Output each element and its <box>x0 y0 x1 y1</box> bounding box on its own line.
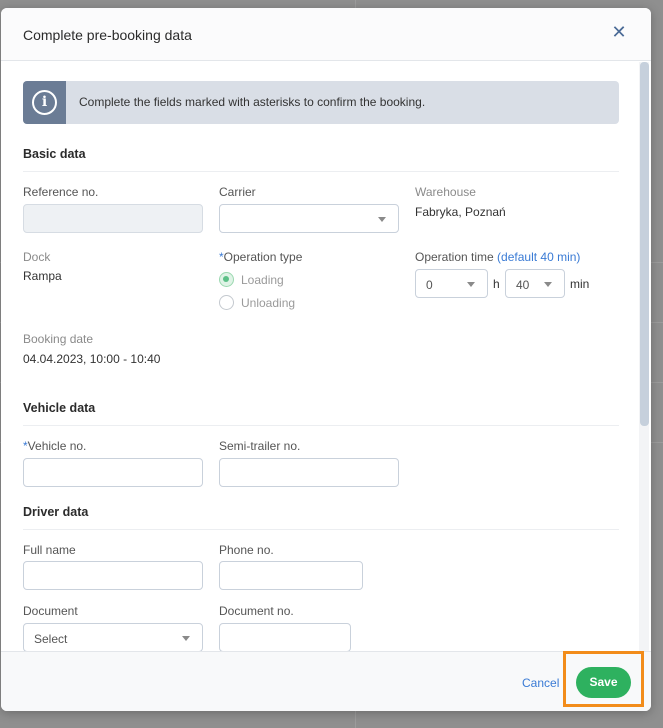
semitrailer-input[interactable] <box>219 458 399 487</box>
carrier-label: Carrier <box>219 185 256 199</box>
phone-label: Phone no. <box>219 543 274 557</box>
operation-time-label: Operation time (default 40 min) <box>415 250 580 264</box>
document-select-value: Select <box>34 632 68 646</box>
section-divider <box>23 171 619 172</box>
reference-label: Reference no. <box>23 185 99 199</box>
info-text: Complete the fields marked with asterisk… <box>79 95 426 109</box>
chevron-down-icon <box>544 282 552 287</box>
vehicle-no-text: Vehicle no. <box>27 439 87 453</box>
hours-select[interactable]: 0 <box>415 269 488 298</box>
minutes-select[interactable]: 40 <box>505 269 565 298</box>
carrier-select[interactable] <box>219 204 399 233</box>
document-select[interactable]: Select <box>23 623 203 651</box>
info-icon: i <box>32 90 57 115</box>
info-banner: i Complete the fields marked with asteri… <box>23 81 619 124</box>
cancel-button[interactable]: Cancel <box>522 676 559 690</box>
section-divider <box>23 425 619 426</box>
basic-data-title: Basic data <box>23 147 86 161</box>
pre-booking-modal: Complete pre-booking data ✕ i Complete t… <box>1 8 651 711</box>
fullname-input[interactable] <box>23 561 203 590</box>
modal-header: Complete pre-booking data ✕ <box>1 8 651 61</box>
reference-input <box>23 204 203 233</box>
operation-time-default: (default 40 min) <box>497 250 581 264</box>
scrollbar-thumb[interactable] <box>640 62 649 426</box>
dock-value: Rampa <box>23 269 62 283</box>
document-label: Document <box>23 604 78 618</box>
booking-date-label: Booking date <box>23 332 94 346</box>
hours-select-value: 0 <box>426 278 433 292</box>
save-button[interactable]: Save <box>576 667 631 698</box>
chevron-down-icon <box>182 636 190 641</box>
hours-unit: h <box>493 277 500 291</box>
modal-title: Complete pre-booking data <box>23 27 192 43</box>
phone-input[interactable] <box>219 561 363 590</box>
vehicle-no-label: *Vehicle no. <box>23 439 86 453</box>
loading-radio[interactable] <box>219 272 234 287</box>
chevron-down-icon <box>467 282 475 287</box>
vehicle-no-input[interactable] <box>23 458 203 487</box>
section-divider <box>23 529 619 530</box>
warehouse-value: Fabryka, Poznań <box>415 205 506 219</box>
unloading-radio[interactable] <box>219 295 234 310</box>
dock-label: Dock <box>23 250 51 264</box>
warehouse-label: Warehouse <box>415 185 476 199</box>
modal-body: i Complete the fields marked with asteri… <box>1 62 651 651</box>
minutes-select-value: 40 <box>516 278 530 292</box>
modal-footer: Cancel Save <box>1 651 651 711</box>
operation-type-label: *Operation type <box>219 250 302 264</box>
document-no-label: Document no. <box>219 604 294 618</box>
unloading-radio-label: Unloading <box>241 296 296 310</box>
info-icon-box: i <box>23 81 66 124</box>
document-no-input[interactable] <box>219 623 351 651</box>
vehicle-data-title: Vehicle data <box>23 401 96 415</box>
fullname-label: Full name <box>23 543 76 557</box>
close-icon[interactable]: ✕ <box>609 22 629 42</box>
semitrailer-label: Semi-trailer no. <box>219 439 301 453</box>
operation-time-text: Operation time <box>415 250 494 264</box>
minutes-unit: min <box>570 277 590 291</box>
driver-data-title: Driver data <box>23 505 89 519</box>
chevron-down-icon <box>378 217 386 222</box>
booking-date-value: 04.04.2023, 10:00 - 10:40 <box>23 352 161 366</box>
operation-type-text: Operation type <box>223 250 303 264</box>
loading-radio-label: Loading <box>241 273 284 287</box>
